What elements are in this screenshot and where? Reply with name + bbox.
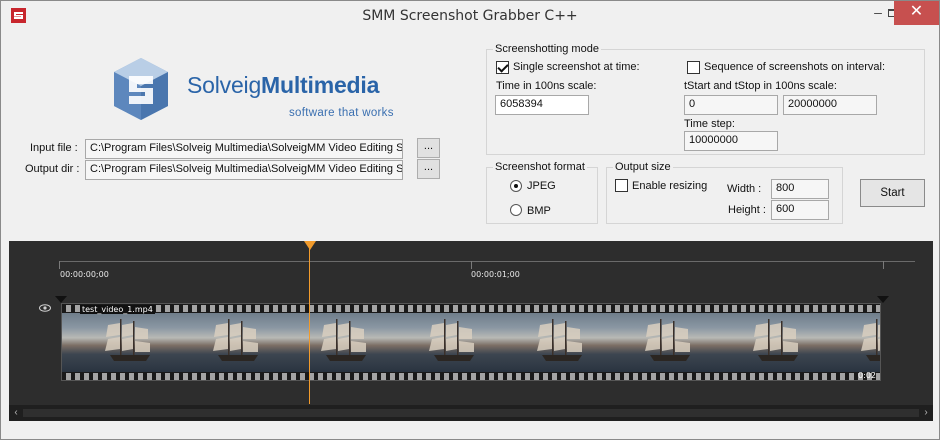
close-button[interactable]: ✕ (894, 1, 939, 25)
in-marker-icon[interactable] (55, 296, 67, 303)
ship-image-icon (861, 319, 880, 361)
single-screenshot-label: Single screenshot at time: (513, 61, 640, 73)
sequence-label: Sequence of screenshots on interval: (704, 61, 886, 73)
playhead-line[interactable] (309, 247, 310, 404)
clip-thumbnail (818, 313, 880, 372)
ruler-tick (883, 261, 884, 269)
logo-tagline: software that works (289, 107, 394, 119)
window-title: SMM Screenshot Grabber C++ (362, 8, 578, 24)
range-scale-label: tStart and tStop in 100ns scale: (684, 80, 837, 92)
scroll-thumb[interactable] (23, 409, 919, 417)
app-window: SMM Screenshot Grabber C++ – ✕ SolveigMu… (0, 0, 940, 440)
start-button[interactable]: Start (860, 179, 925, 207)
screenshot-format-title: Screenshot format (493, 161, 587, 173)
output-size-title: Output size (613, 161, 673, 173)
width-label: Width : (727, 183, 762, 195)
ship-image-icon (429, 319, 474, 361)
scroll-right-icon[interactable]: › (919, 405, 933, 421)
ship-image-icon (537, 319, 582, 361)
clip-thumbnail (602, 313, 710, 372)
ruler-tick (59, 261, 60, 269)
time-step-input[interactable]: 10000000 (684, 131, 778, 151)
time-step-label: Time step: (684, 118, 735, 130)
tstart-input[interactable]: 0 (684, 95, 778, 115)
output-browse-button[interactable]: ... (417, 159, 440, 179)
ship-image-icon (753, 319, 798, 361)
jpeg-label: JPEG (527, 180, 556, 192)
company-logo: SolveigMultimedia software that works (111, 56, 411, 126)
time-scale-label: Time in 100ns scale: (496, 80, 597, 92)
timecode-one-second: 00:00:01;00 (471, 270, 520, 279)
clip-thumbnail (62, 313, 170, 372)
title-bar[interactable]: SMM Screenshot Grabber C++ – ✕ (1, 1, 939, 32)
ruler-tick (471, 261, 472, 269)
enable-resizing-label: Enable resizing (632, 180, 708, 192)
bmp-radio[interactable] (510, 204, 522, 216)
film-perforation-top (62, 305, 880, 312)
tstop-input[interactable]: 20000000 (783, 95, 877, 115)
clip-duration: 0:02 (858, 371, 876, 380)
height-input[interactable]: 600 (771, 200, 829, 220)
sequence-checkbox[interactable] (687, 61, 700, 74)
clip-thumbnail (170, 313, 278, 372)
height-label: Height : (728, 204, 766, 216)
video-clip[interactable]: test_video_1.mp4 0:02 (61, 303, 881, 381)
time-input[interactable]: 6058394 (495, 95, 589, 115)
clip-thumbnail (710, 313, 818, 372)
single-screenshot-checkbox[interactable] (496, 61, 509, 74)
playhead-handle-icon[interactable] (304, 241, 316, 250)
ship-image-icon (321, 319, 366, 361)
time-ruler (59, 261, 915, 262)
input-file-field[interactable]: C:\Program Files\Solveig Multimedia\Solv… (85, 139, 403, 159)
output-dir-label: Output dir : (25, 163, 80, 175)
logo-brand: SolveigMultimedia (187, 72, 380, 98)
timeline-scrollbar[interactable]: ‹ › (9, 405, 933, 421)
clip-thumbnail (278, 313, 386, 372)
width-input[interactable]: 800 (771, 179, 829, 199)
eye-icon[interactable] (39, 304, 51, 315)
clip-thumbnail (494, 313, 602, 372)
screenshotting-mode-title: Screenshotting mode (493, 43, 601, 55)
output-dir-field[interactable]: C:\Program Files\Solveig Multimedia\Solv… (85, 160, 403, 180)
input-file-label: Input file : (30, 142, 78, 154)
enable-resizing-checkbox[interactable] (615, 179, 628, 192)
solveig-cube-icon (114, 58, 168, 120)
bmp-label: BMP (527, 205, 551, 217)
ship-image-icon (213, 319, 258, 361)
ship-image-icon (105, 319, 150, 361)
ship-image-icon (645, 319, 690, 361)
clip-name: test_video_1.mp4 (80, 305, 155, 314)
timeline-panel[interactable]: 00:00:00;00 00:00:01;00 test_video_1.mp4… (9, 241, 933, 421)
input-browse-button[interactable]: ... (417, 138, 440, 158)
clip-thumbnail (386, 313, 494, 372)
clip-thumbnails (62, 313, 880, 372)
out-marker-icon[interactable] (877, 296, 889, 303)
jpeg-radio[interactable] (510, 180, 522, 192)
scroll-left-icon[interactable]: ‹ (9, 405, 23, 421)
film-perforation-bottom (62, 373, 880, 380)
timecode-start: 00:00:00;00 (60, 270, 109, 279)
